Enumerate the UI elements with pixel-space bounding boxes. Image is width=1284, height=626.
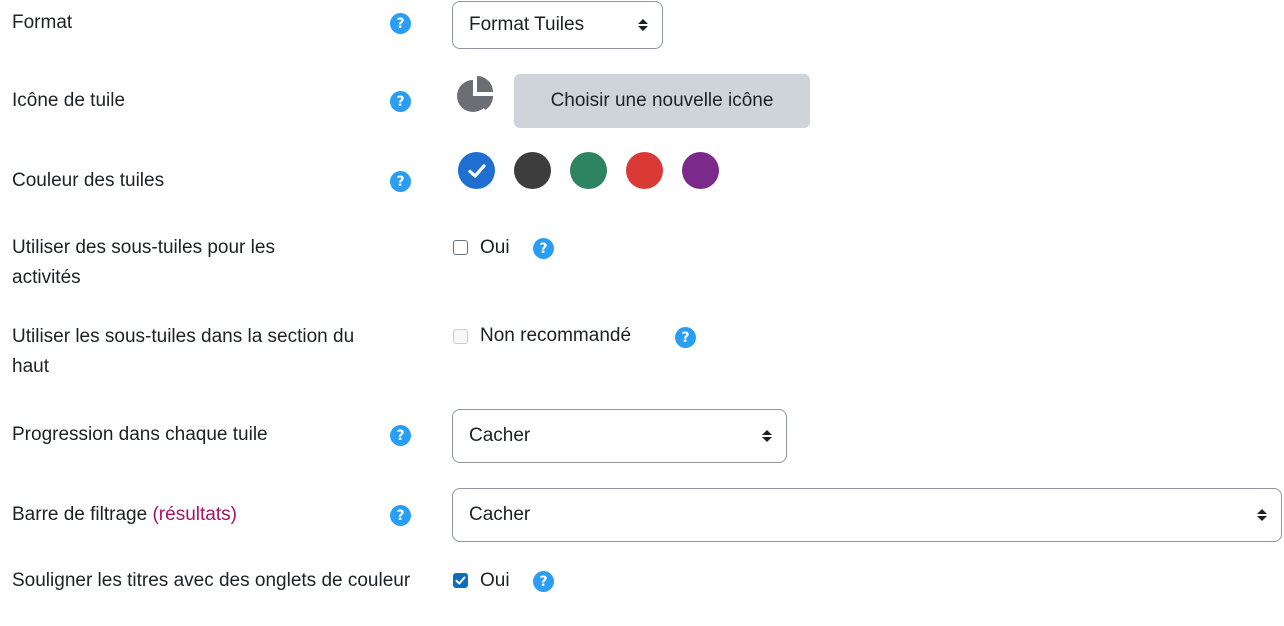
- subtiles-activities-checkbox[interactable]: [453, 240, 468, 255]
- underline-titles-help-icon[interactable]: ?: [533, 571, 554, 592]
- filter-bar-label: Barre de filtrage (résultats): [12, 500, 402, 530]
- checkmark-icon: [467, 163, 486, 178]
- subtiles-activities-label: Utiliser des sous-tuiles pour les activi…: [12, 237, 275, 288]
- select-caret-icon: [1257, 509, 1267, 521]
- tile-color-help-icon[interactable]: ?: [390, 171, 411, 192]
- subtiles-top-label: Utiliser les sous-tuiles dans la section…: [12, 326, 355, 377]
- format-help-icon[interactable]: ?: [390, 13, 411, 34]
- pie-chart-icon: [452, 73, 498, 119]
- filter-bar-select-value: Cacher: [469, 504, 531, 525]
- tile-color-label: Couleur des tuiles: [12, 170, 165, 191]
- subtiles-top-help-icon[interactable]: ?: [675, 327, 696, 348]
- progress-help-icon[interactable]: ?: [390, 425, 411, 446]
- filter-bar-select[interactable]: Cacher: [452, 488, 1282, 542]
- filter-bar-label-text: Barre de filtrage: [12, 504, 148, 525]
- subtiles-activities-help-icon[interactable]: ?: [533, 238, 554, 259]
- progress-label: Progression dans chaque tuile: [12, 424, 268, 445]
- color-swatch-purple[interactable]: [682, 152, 719, 189]
- tile-icon-help-icon[interactable]: ?: [390, 91, 411, 112]
- tile-icon-label: Icône de tuile: [12, 90, 126, 111]
- format-select[interactable]: Format Tuiles: [452, 1, 663, 49]
- color-swatch-red[interactable]: [626, 152, 663, 189]
- format-select-value: Format Tuiles: [469, 14, 585, 35]
- underline-titles-checkbox-label[interactable]: Oui: [480, 567, 510, 595]
- select-caret-icon: [638, 19, 648, 31]
- color-swatch-green[interactable]: [570, 152, 607, 189]
- color-swatch-blue[interactable]: [458, 152, 495, 189]
- underline-titles-label: Souligner les titres avec des onglets de…: [12, 570, 411, 591]
- subtiles-top-checkbox-label: Non recommandé: [480, 325, 632, 346]
- filter-bar-help-icon[interactable]: ?: [390, 505, 411, 526]
- choose-icon-button[interactable]: Choisir une nouvelle icône: [514, 74, 810, 128]
- filter-bar-label-accent: (résultats): [152, 504, 237, 525]
- subtiles-top-checkbox: [453, 329, 468, 344]
- checkmark-icon: [455, 576, 466, 585]
- progress-select[interactable]: Cacher: [452, 409, 787, 463]
- underline-titles-checkbox[interactable]: [453, 573, 468, 588]
- format-label: Format: [12, 12, 73, 33]
- select-caret-icon: [762, 430, 772, 442]
- progress-select-value: Cacher: [469, 425, 531, 446]
- subtiles-activities-checkbox-label[interactable]: Oui: [480, 234, 510, 262]
- color-swatch-dark[interactable]: [514, 152, 551, 189]
